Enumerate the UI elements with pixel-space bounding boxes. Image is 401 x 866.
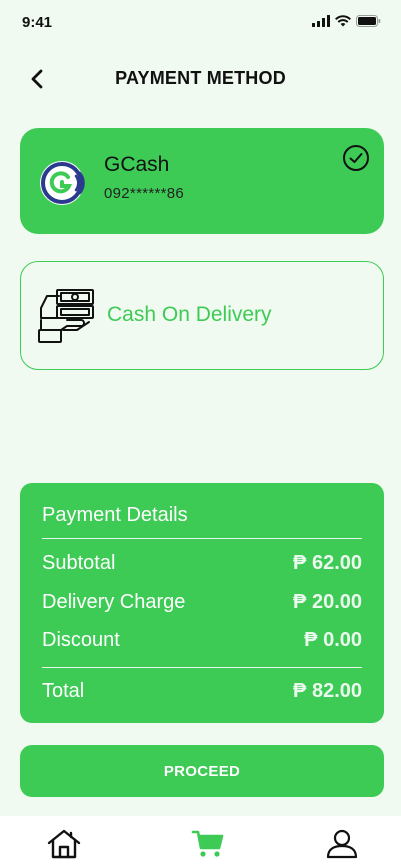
nav-cart[interactable] <box>190 828 226 860</box>
home-icon <box>47 829 81 859</box>
cash-in-hand-icon <box>38 289 94 343</box>
gcash-name: GCash <box>104 153 170 176</box>
total-row: Total ₱ 82.00 <box>42 677 362 705</box>
battery-icon <box>356 15 381 27</box>
delivery-charge-row: Delivery Charge ₱ 20.00 <box>42 588 362 616</box>
shopping-cart-icon <box>191 830 224 857</box>
bottom-nav <box>0 816 401 866</box>
subtotal-label: Subtotal <box>42 551 116 574</box>
cash-on-delivery-option[interactable]: Cash On Delivery <box>20 261 384 370</box>
delivery-charge-amount: ₱ 20.00 <box>293 590 362 613</box>
cash-on-delivery-label: Cash On Delivery <box>107 303 272 326</box>
subtotal-row: Subtotal ₱ 62.00 <box>42 549 362 577</box>
status-time: 9:41 <box>22 14 53 31</box>
details-divider <box>42 538 362 539</box>
payment-details-card: Payment Details Subtotal ₱ 62.00 Deliver… <box>20 483 384 723</box>
status-icons <box>312 15 381 27</box>
delivery-charge-label: Delivery Charge <box>42 590 186 613</box>
subtotal-amount: ₱ 62.00 <box>293 551 362 574</box>
nav-profile[interactable] <box>324 828 360 860</box>
cellular-signal-icon <box>312 15 330 27</box>
total-divider <box>42 667 362 668</box>
gcash-number: 092******86 <box>104 185 185 202</box>
payment-details-title: Payment Details <box>42 504 188 526</box>
gcash-payment-option[interactable]: GCash 092******86 <box>20 128 384 234</box>
status-bar: 9:41 <box>0 0 401 44</box>
discount-label: Discount <box>42 628 120 651</box>
user-profile-icon <box>326 829 358 859</box>
checkmark-circle-icon <box>343 145 369 171</box>
discount-amount: ₱ 0.00 <box>304 628 362 651</box>
discount-row: Discount ₱ 0.00 <box>42 626 362 654</box>
total-label: Total <box>42 679 85 702</box>
header: PAYMENT METHOD <box>0 62 401 96</box>
page-title: PAYMENT METHOD <box>115 68 286 88</box>
proceed-button[interactable]: PROCEED <box>20 745 384 797</box>
total-amount: ₱ 82.00 <box>293 679 362 702</box>
nav-home[interactable] <box>46 828 82 860</box>
gcash-logo-icon <box>40 161 85 205</box>
wifi-icon <box>335 15 351 27</box>
